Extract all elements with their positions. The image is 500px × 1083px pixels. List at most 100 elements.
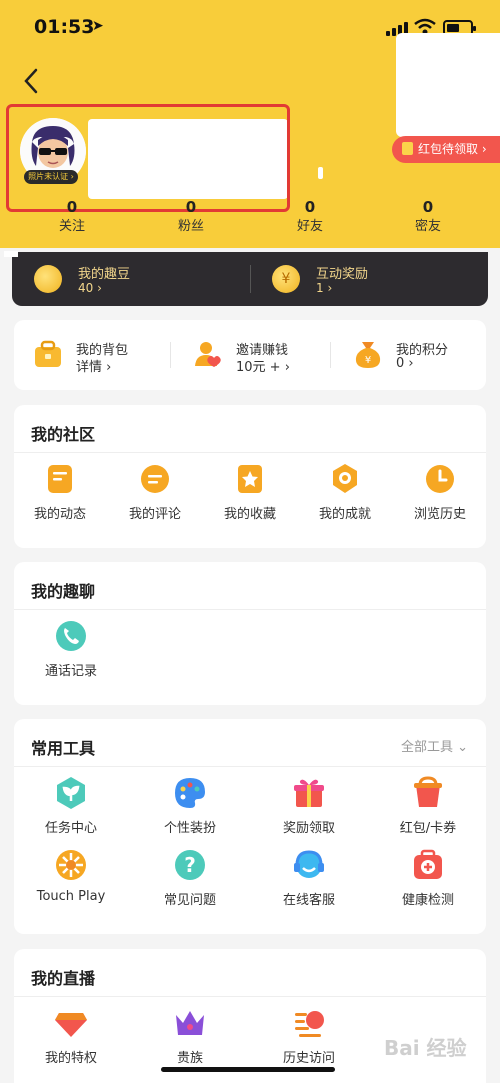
- tool-reward-claim[interactable]: 奖励领取: [259, 775, 359, 836]
- item-label: 个性装扮: [163, 821, 216, 836]
- back-button[interactable]: [18, 64, 46, 98]
- item-label: 历史访问: [282, 1051, 335, 1066]
- bean-title[interactable]: 我的趣豆: [78, 263, 130, 282]
- diamond-icon: [55, 1013, 87, 1037]
- item-label: 常见问题: [163, 893, 216, 908]
- posts-icon: [48, 465, 72, 493]
- live-title: 我的直播: [31, 969, 96, 988]
- stat-label: 粉丝: [177, 219, 204, 234]
- divider: [14, 609, 486, 610]
- stat-friends[interactable]: 0 好友: [270, 198, 350, 236]
- divider: [250, 265, 251, 293]
- community-item-comments[interactable]: 我的评论: [105, 461, 205, 522]
- health-icon: [414, 849, 442, 879]
- svg-text:¥: ¥: [365, 355, 371, 366]
- community-item-favorites[interactable]: 我的收藏: [200, 461, 300, 522]
- item-label: 通话记录: [44, 664, 97, 679]
- stat-label: 密友: [414, 219, 441, 234]
- status-time: 01:53: [34, 16, 95, 38]
- tool-touch-play[interactable]: Touch Play: [21, 847, 121, 904]
- item-label: 奖励领取: [282, 821, 335, 836]
- item-label: 我的评论: [128, 507, 181, 522]
- invite-icon: [195, 342, 221, 367]
- bean-icon: [34, 265, 62, 293]
- touch-play-icon: [56, 850, 86, 880]
- redpacket-button[interactable]: 红包待领取 ›: [392, 136, 500, 163]
- stat-label: 好友: [296, 219, 323, 234]
- divider: [14, 996, 486, 997]
- clock-icon: [426, 465, 454, 493]
- divider: [14, 766, 486, 767]
- item-label: 我的动态: [33, 507, 86, 522]
- highlight-box: [6, 104, 290, 212]
- divider: [14, 452, 486, 453]
- indicator-dot: [318, 167, 323, 179]
- watermark: Bai 经验: [384, 1036, 467, 1060]
- stat-value: 0: [66, 198, 78, 216]
- question-icon: ?: [175, 850, 205, 880]
- crown-icon: [176, 1011, 204, 1035]
- reward-value[interactable]: 1 ›: [316, 281, 332, 295]
- notch-mark: [4, 251, 18, 257]
- item-label: 在线客服: [282, 893, 335, 908]
- tool-task-center[interactable]: 任务中心: [21, 775, 121, 836]
- palette-icon: [175, 778, 205, 808]
- stat-value: 0: [422, 198, 434, 216]
- live-item-noble[interactable]: 贵族: [140, 1005, 240, 1066]
- community-title: 我的社区: [31, 425, 96, 444]
- live-item-privilege[interactable]: 我的特权: [21, 1005, 121, 1066]
- live-item-visit-history[interactable]: 历史访问: [259, 1005, 359, 1066]
- home-indicator[interactable]: [161, 1067, 335, 1072]
- backpack-icon: [35, 340, 61, 367]
- reward-title[interactable]: 互动奖励: [316, 263, 368, 282]
- tool-online-service[interactable]: 在线客服: [259, 847, 359, 908]
- points-sub[interactable]: 0 ›: [396, 356, 414, 371]
- redacted-block: [396, 33, 500, 137]
- divider: [330, 342, 331, 368]
- favorites-icon: [238, 465, 262, 493]
- phone-icon: [56, 621, 86, 651]
- item-label: 我的收藏: [223, 507, 276, 522]
- item-label: 浏览历史: [413, 507, 466, 522]
- location-icon: ➤: [92, 18, 104, 34]
- item-label: 我的成就: [318, 507, 371, 522]
- tool-health-check[interactable]: 健康检测: [378, 847, 478, 908]
- stat-close-friends[interactable]: 0 密友: [388, 198, 468, 236]
- history-visit-icon: [295, 1011, 324, 1037]
- invite-sub[interactable]: 10元 + ›: [236, 356, 290, 375]
- item-label: 健康检测: [401, 893, 454, 908]
- item-label: Touch Play: [36, 889, 106, 904]
- stat-fans[interactable]: 0 粉丝: [151, 198, 231, 236]
- community-item-achievements[interactable]: 我的成就: [295, 461, 395, 522]
- envelope-icon: [402, 142, 413, 155]
- stat-value: 0: [185, 198, 197, 216]
- backpack-sub[interactable]: 详情 ›: [76, 356, 111, 375]
- tool-faq[interactable]: ? 常见问题: [140, 847, 240, 908]
- svg-text:?: ?: [184, 853, 196, 877]
- task-center-icon: [57, 777, 85, 809]
- tool-redpacket-coupon[interactable]: 红包/卡券: [378, 775, 478, 836]
- all-tools-link[interactable]: 全部工具 ⌄: [401, 736, 468, 755]
- tool-dressup[interactable]: 个性装扮: [140, 775, 240, 836]
- community-item-history[interactable]: 浏览历史: [390, 461, 490, 522]
- item-label: 我的特权: [44, 1051, 97, 1066]
- bean-value[interactable]: 40 ›: [78, 281, 102, 295]
- stat-following[interactable]: 0 关注: [32, 198, 112, 236]
- item-label: 贵族: [176, 1051, 203, 1066]
- community-item-posts[interactable]: 我的动态: [10, 461, 110, 522]
- bucket-icon: [414, 776, 442, 807]
- stat-value: 0: [304, 198, 316, 216]
- yen-coin-icon: ¥: [272, 265, 300, 293]
- divider: [170, 342, 171, 368]
- achievement-icon: [333, 464, 357, 493]
- chat-title: 我的趣聊: [31, 582, 96, 601]
- tools-title: 常用工具: [31, 739, 96, 758]
- chat-item-call-log[interactable]: 通话记录: [21, 618, 121, 679]
- comments-icon: [141, 465, 169, 493]
- points-icon: ¥: [355, 342, 381, 368]
- stat-label: 关注: [58, 219, 85, 234]
- gift-icon: [294, 779, 324, 807]
- item-label: 红包/卡券: [399, 821, 457, 836]
- redpacket-label: 红包待领取 ›: [418, 142, 487, 156]
- item-label: 任务中心: [44, 821, 97, 836]
